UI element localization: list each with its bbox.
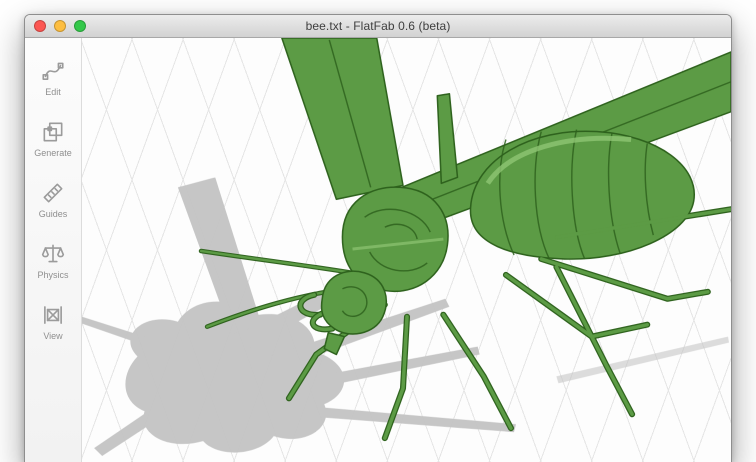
window-content: Edit Generate Guides Physics View xyxy=(25,38,731,462)
close-button[interactable] xyxy=(34,20,46,32)
sidebar-item-label: Guides xyxy=(38,209,68,219)
sidebar-item-label: View xyxy=(43,331,63,341)
sidebar-item-guides[interactable]: Guides xyxy=(25,176,81,223)
viewport-frame-icon xyxy=(40,302,66,328)
traffic-lights xyxy=(34,20,86,32)
toolbar-sidebar: Edit Generate Guides Physics View xyxy=(25,38,82,462)
model-scene xyxy=(82,38,731,457)
bee-fin xyxy=(436,92,459,185)
shadow-streak xyxy=(306,406,517,433)
sidebar-item-view[interactable]: View xyxy=(25,298,81,345)
shadow-streak xyxy=(556,336,729,384)
bee-head xyxy=(320,270,387,335)
generate-squares-icon xyxy=(40,119,66,145)
minimize-button[interactable] xyxy=(54,20,66,32)
window-title: bee.txt - FlatFab 0.6 (beta) xyxy=(305,19,451,33)
sidebar-item-label: Generate xyxy=(34,148,72,158)
spline-icon xyxy=(40,58,66,84)
titlebar[interactable]: bee.txt - FlatFab 0.6 (beta) xyxy=(25,15,731,38)
ruler-icon xyxy=(40,180,66,206)
balance-scale-icon xyxy=(40,241,66,267)
zoom-button[interactable] xyxy=(74,20,86,32)
sidebar-item-generate[interactable]: Generate xyxy=(25,115,81,162)
sidebar-item-label: Edit xyxy=(45,87,61,97)
bee-wing-left xyxy=(281,38,404,200)
sidebar-item-edit[interactable]: Edit xyxy=(25,54,81,101)
viewport-canvas[interactable] xyxy=(82,38,731,462)
sidebar-item-label: Physics xyxy=(37,270,69,280)
sidebar-item-physics[interactable]: Physics xyxy=(25,237,81,284)
app-window: bee.txt - FlatFab 0.6 (beta) Edit Genera… xyxy=(24,14,732,462)
